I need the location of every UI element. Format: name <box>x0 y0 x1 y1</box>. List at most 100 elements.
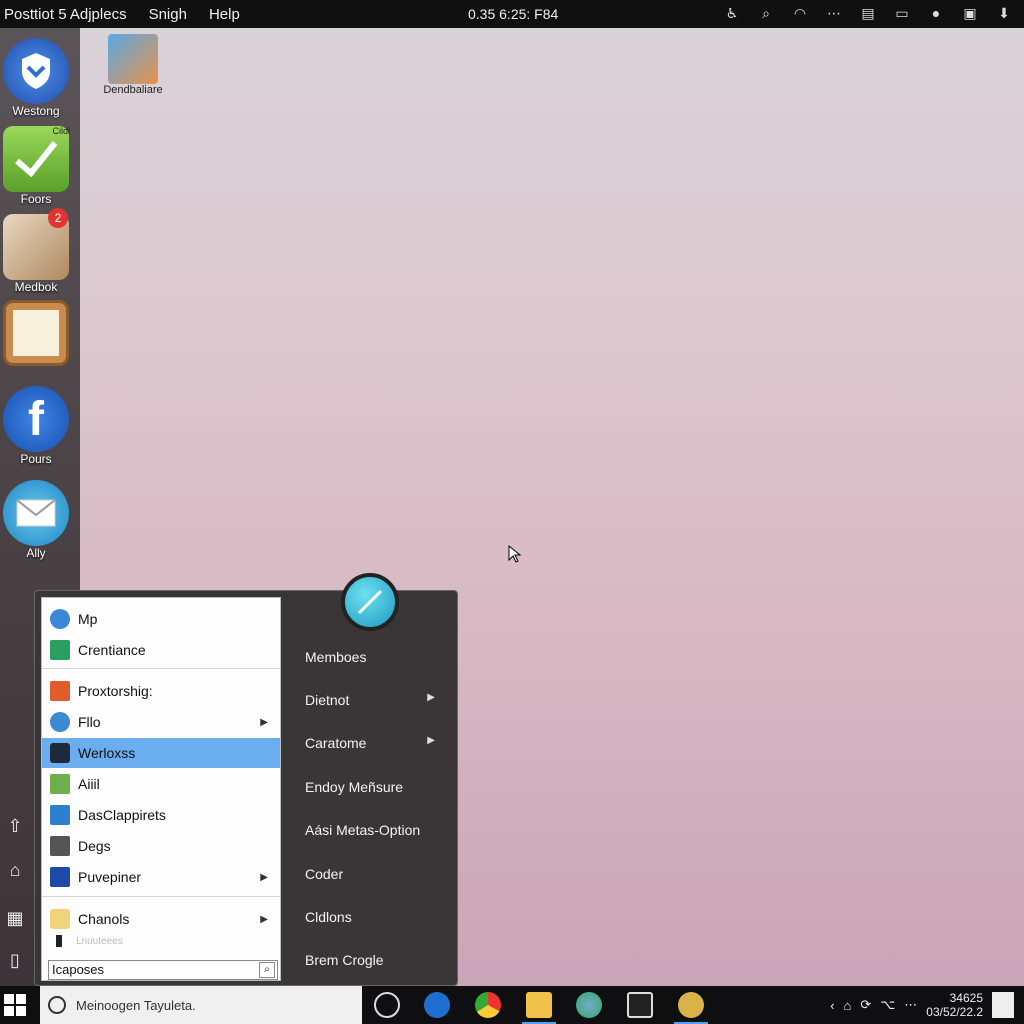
dock-app-notepad[interactable] <box>0 300 72 366</box>
wifi-icon[interactable]: ◠ <box>790 3 810 23</box>
place-item-caratome[interactable]: Caratome ▶ <box>305 735 455 751</box>
more-icon[interactable]: ⋯ <box>824 3 844 23</box>
screen-icon[interactable]: ▭ <box>892 3 912 23</box>
usb-icon[interactable]: ⌥ <box>880 997 895 1013</box>
menu-item-label: Fllo <box>78 714 101 730</box>
menu-divider <box>42 896 280 897</box>
taskbar-search-input[interactable]: Meinoogen Tayuleta. <box>40 986 362 1024</box>
menu-item-label: Proxtorshig: <box>78 683 153 699</box>
network-icon[interactable]: ⌂ <box>844 998 852 1013</box>
cursor-icon <box>508 545 522 563</box>
mail-icon <box>3 480 69 546</box>
menu-help[interactable]: Help <box>205 6 258 23</box>
globe-icon <box>50 712 70 732</box>
dock-app-pours[interactable]: f Pours <box>0 386 72 466</box>
window-icon[interactable]: ▣ <box>960 3 980 23</box>
notepad-icon <box>3 300 69 366</box>
clock-time: 34625 <box>949 991 983 1005</box>
place-item[interactable]: Aási Metas-Option <box>305 822 455 838</box>
menu-snigh[interactable]: Snigh <box>145 6 205 23</box>
taskbar-clock[interactable]: 34625 03/52/22.2 <box>926 991 983 1019</box>
more-icon[interactable]: ⋯ <box>904 997 917 1013</box>
submenu-arrow-icon: ▶ <box>260 913 268 925</box>
dock-label: Pours <box>20 452 52 466</box>
avatar[interactable] <box>341 573 399 631</box>
maps-icon[interactable] <box>576 992 602 1018</box>
menu-item-mp[interactable]: Mp <box>42 604 280 634</box>
menu-item-label: DasClappirets <box>78 807 166 823</box>
dock-app-medbok[interactable]: 2 Medbok <box>0 208 72 294</box>
dock-app-foors[interactable]: Foors Cildi <box>0 126 72 206</box>
dock-label: Foors <box>20 192 52 206</box>
accessibility-icon[interactable]: ♿ <box>722 3 742 23</box>
store-icon[interactable] <box>627 992 653 1018</box>
clipboard-icon[interactable]: ▤ <box>858 3 878 23</box>
search-icon[interactable]: ⌕ <box>259 962 275 978</box>
place-item-dietnot[interactable]: Dietnot ▶ <box>305 692 455 708</box>
place-item[interactable]: Memboes <box>305 649 455 665</box>
submenu-arrow-icon: ▶ <box>427 692 435 703</box>
place-label: Caratome <box>305 735 367 751</box>
sync-icon[interactable]: ⟳ <box>860 997 871 1013</box>
chat-icon[interactable]: ● <box>926 3 946 23</box>
notification-badge: 2 <box>48 208 68 228</box>
playstation-icon <box>50 867 70 887</box>
top-tray: ♿ ⌕ ◠ ⋯ ▤ ▭ ● ▣ ⬇ <box>722 3 1014 23</box>
dock-label: Westong <box>12 104 60 118</box>
clock-date: 03/52/22.2 <box>926 1005 983 1019</box>
search-icon <box>48 996 66 1014</box>
start-menu: Mp Crentiance Proxtorshig: Fllo ▶ Werlox… <box>34 573 459 987</box>
chevron-left-icon[interactable]: ‹ <box>830 998 834 1013</box>
place-item[interactable]: Endoy Meñsure <box>305 779 455 795</box>
place-item[interactable]: Cldlons <box>305 909 455 925</box>
top-clock[interactable]: 0.35 6:25: F84 <box>468 6 558 22</box>
search-icon[interactable]: ⌕ <box>756 3 776 23</box>
compass-icon <box>357 589 383 615</box>
menu-item-degs[interactable]: Degs <box>42 831 280 861</box>
menu-item-werloxss[interactable]: Werloxss <box>42 738 280 768</box>
file-explorer-icon[interactable] <box>522 992 556 1024</box>
chrome-icon[interactable] <box>475 992 501 1018</box>
search-value: Icaposes <box>52 962 105 977</box>
menu-item-puvepiner[interactable]: Puvepiner ▶ <box>42 862 280 892</box>
notification-icon[interactable] <box>992 992 1014 1018</box>
menu-item-fllo[interactable]: Fllo ▶ <box>42 707 280 737</box>
menu-bar: Posttiot 5 Adjplecs Snigh Help <box>0 6 258 23</box>
menu-item-chanols[interactable]: Chanols ▶ <box>42 904 280 934</box>
pin-icon <box>56 935 62 947</box>
menu-item-faded[interactable]: Lnuuteees <box>42 931 280 951</box>
menu-item-dasclappirets[interactable]: DasClappirets <box>42 800 280 830</box>
menu-item-label: Werloxss <box>78 745 136 761</box>
search-placeholder: Meinoogen Tayuleta. <box>76 997 196 1013</box>
dock-app-ally[interactable]: Ally <box>0 480 72 560</box>
menu-item-proxtorshig[interactable]: Proxtorshig: <box>42 676 280 706</box>
menu-item-label: Degs <box>78 838 111 854</box>
up-icon[interactable]: ⇧ <box>3 814 27 838</box>
grid-icon[interactable]: ▦ <box>3 906 27 930</box>
desktop-icon[interactable]: Dendbaliare <box>98 34 168 96</box>
menu-item-aiiil[interactable]: Aiiil <box>42 769 280 799</box>
start-menu-places: Memboes Dietnot ▶ Caratome ▶ Endoy Meñsu… <box>283 591 459 987</box>
dock-label: Ally <box>26 546 46 560</box>
windows-start-icon[interactable] <box>4 994 26 1016</box>
power-button[interactable]: Brem Crogle <box>305 952 455 968</box>
menu-item-label: Puvepiner <box>78 869 142 885</box>
tools-icon <box>50 774 70 794</box>
tablet-icon[interactable]: ▯ <box>3 948 27 972</box>
facebook-icon: f <box>3 386 69 452</box>
menu-item-crentiance[interactable]: Crentiance <box>42 635 280 665</box>
task-view-icon[interactable] <box>374 992 400 1018</box>
download-icon[interactable]: ⬇ <box>994 3 1014 23</box>
submenu-arrow-icon: ▶ <box>427 735 435 746</box>
home-icon[interactable]: ⌂ <box>3 858 27 882</box>
globe-icon <box>50 609 70 629</box>
folder-icon <box>50 909 70 929</box>
system-tray: ‹ ⌂ ⟳ ⌥ ⋯ 34625 03/52/22.2 <box>830 986 1014 1024</box>
menu-item-label: Crentiance <box>78 642 146 658</box>
app-icon[interactable] <box>674 992 708 1024</box>
place-item[interactable]: Coder <box>305 866 455 882</box>
edge-icon[interactable] <box>424 992 450 1018</box>
app-menu[interactable]: Posttiot 5 Adjplecs <box>0 6 145 23</box>
dock-app-westong[interactable]: Westong <box>0 38 72 118</box>
start-search-input[interactable]: Icaposes ⌕ <box>48 960 278 980</box>
